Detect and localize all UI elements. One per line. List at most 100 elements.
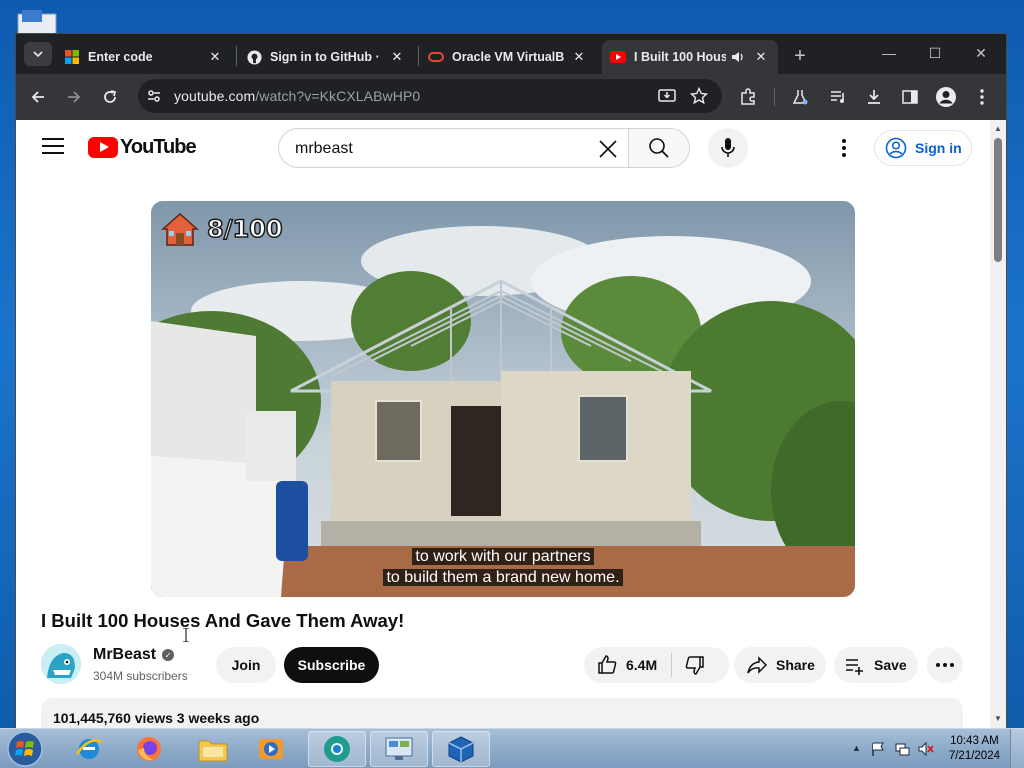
tab-enter-code[interactable]: Enter code ✕ — [56, 40, 232, 74]
taskbar-firefox[interactable] — [120, 731, 178, 767]
channel-name[interactable]: MrBeast ✓ — [93, 646, 175, 664]
taskbar-internet-explorer[interactable] — [60, 731, 118, 767]
thumbs-down-icon — [685, 656, 704, 675]
more-horizontal-icon — [936, 663, 954, 667]
tab-title: Enter code — [88, 50, 153, 64]
close-tab-icon[interactable]: ✕ — [388, 48, 406, 66]
back-icon[interactable] — [26, 85, 50, 109]
media-controls-icon[interactable] — [826, 85, 850, 109]
channel-avatar[interactable] — [41, 644, 81, 684]
close-tab-icon[interactable]: ✕ — [752, 48, 770, 66]
labs-flask-icon[interactable] — [788, 85, 812, 109]
scroll-up-icon[interactable]: ▲ — [994, 124, 1002, 133]
side-panel-icon[interactable] — [898, 85, 922, 109]
site-info-icon[interactable] — [146, 88, 162, 109]
hamburger-menu-icon[interactable] — [42, 138, 64, 156]
action-center-flag-icon[interactable] — [870, 741, 886, 757]
sign-in-button[interactable]: Sign in — [874, 130, 972, 166]
share-label: Share — [776, 657, 815, 673]
taskbar-virtualbox[interactable] — [432, 731, 490, 767]
clear-search-icon[interactable] — [596, 137, 620, 161]
save-button[interactable]: Save — [834, 647, 918, 683]
tab-search-button[interactable] — [24, 42, 52, 66]
tab-virtualbox[interactable]: Oracle VM VirtualBo ✕ — [420, 40, 596, 74]
chrome-icon — [324, 736, 350, 762]
video-player[interactable]: 8/100 to work with our partners to build… — [151, 201, 855, 597]
desktop-shortcut-icon[interactable] — [12, 8, 60, 34]
taskbar-remote-desktop[interactable] — [370, 731, 428, 767]
caption-text: to build them a brand new home. — [383, 569, 623, 586]
minimize-icon[interactable]: — — [874, 42, 904, 64]
maximize-icon[interactable]: ☐ — [920, 42, 950, 64]
start-button[interactable] — [5, 730, 45, 768]
bookmark-star-icon[interactable] — [689, 86, 709, 110]
text-cursor-icon — [183, 627, 189, 643]
subscribe-button[interactable]: Subscribe — [284, 647, 379, 683]
firefox-icon — [137, 737, 161, 761]
channel-name-text: MrBeast — [93, 646, 157, 663]
clock-date: 7/21/2024 — [948, 750, 1000, 762]
taskbar-chrome[interactable] — [308, 731, 366, 767]
chrome-menu-icon[interactable] — [970, 85, 994, 109]
join-label: Join — [231, 657, 261, 673]
thumbs-up-icon — [598, 655, 617, 674]
taskbar-clock[interactable]: 10:43 AM 7/21/2024 — [949, 734, 1000, 764]
like-dislike-group: 6.4M — [584, 647, 729, 683]
install-app-icon[interactable] — [658, 87, 676, 110]
search-icon — [649, 138, 669, 158]
remote-desktop-icon — [385, 737, 413, 760]
media-player-icon — [259, 739, 283, 759]
virtualbox-icon — [448, 736, 474, 763]
toolbar-divider — [774, 88, 775, 106]
url-host: youtube.com — [174, 88, 256, 104]
scroll-down-icon[interactable]: ▼ — [994, 714, 1002, 723]
like-button[interactable]: 6.4M — [596, 654, 657, 676]
search-button[interactable] — [628, 128, 690, 168]
network-icon[interactable] — [894, 741, 910, 757]
reload-icon[interactable] — [98, 85, 122, 109]
downloads-icon[interactable] — [862, 85, 886, 109]
scrollbar-thumb[interactable] — [994, 138, 1002, 262]
profile-avatar-icon[interactable] — [934, 85, 958, 109]
close-tab-icon[interactable]: ✕ — [206, 48, 224, 66]
clock-time: 10:43 AM — [950, 735, 999, 747]
caption-line-2: to build them a brand new home. — [151, 568, 855, 588]
tab-youtube-active[interactable]: I Built 100 House ✕ — [602, 40, 778, 74]
video-title: I Built 100 Houses And Gave Them Away! — [41, 610, 405, 631]
taskbar-media-player[interactable] — [242, 731, 300, 767]
share-button[interactable]: Share — [734, 647, 826, 683]
more-actions-button[interactable] — [927, 647, 963, 683]
tab-title: Sign in to GitHub · G — [270, 50, 382, 64]
subscribe-label: Subscribe — [297, 657, 366, 673]
browser-toolbar: youtube.com/watch?v=KkCXLABwHP0 — [16, 74, 1006, 120]
voice-search-button[interactable] — [708, 128, 748, 168]
account-icon — [885, 137, 907, 159]
join-button[interactable]: Join — [216, 647, 276, 683]
show-hidden-icons-icon[interactable]: ▲ — [852, 743, 868, 759]
forward-icon[interactable] — [62, 85, 86, 109]
like-count: 6.4M — [626, 657, 658, 673]
new-tab-button[interactable]: + — [788, 44, 812, 68]
address-bar[interactable]: youtube.com/watch?v=KkCXLABwHP0 — [138, 79, 722, 113]
taskbar-file-explorer[interactable] — [184, 731, 242, 767]
audio-playing-icon[interactable] — [730, 49, 746, 65]
youtube-page: YouTube mrbeast Sign in 8/100 to work wi… — [16, 120, 990, 728]
settings-menu-icon[interactable] — [832, 136, 856, 160]
tab-github[interactable]: Sign in to GitHub · G ✕ — [238, 40, 414, 74]
volume-muted-icon[interactable] — [918, 741, 934, 757]
windows-taskbar: ▲ 10:43 AM 7/21/2024 — [0, 728, 1024, 768]
close-tab-icon[interactable]: ✕ — [570, 48, 588, 66]
youtube-play-icon — [88, 137, 118, 158]
github-icon — [246, 49, 262, 65]
close-window-icon[interactable]: ✕ — [966, 42, 996, 64]
search-input[interactable]: mrbeast — [278, 128, 628, 168]
dislike-button[interactable] — [684, 654, 706, 676]
show-desktop-button[interactable] — [1010, 729, 1024, 768]
extensions-icon[interactable] — [736, 85, 760, 109]
youtube-logo[interactable]: YouTube — [88, 136, 197, 159]
house-emoji-icon — [161, 212, 199, 246]
description-box[interactable]: 101,445,760 views 3 weeks ago — [41, 698, 963, 728]
oracle-icon — [428, 49, 444, 65]
page-scrollbar[interactable]: ▲ ▼ — [990, 120, 1006, 728]
caption-line-1: to work with our partners — [151, 547, 855, 567]
